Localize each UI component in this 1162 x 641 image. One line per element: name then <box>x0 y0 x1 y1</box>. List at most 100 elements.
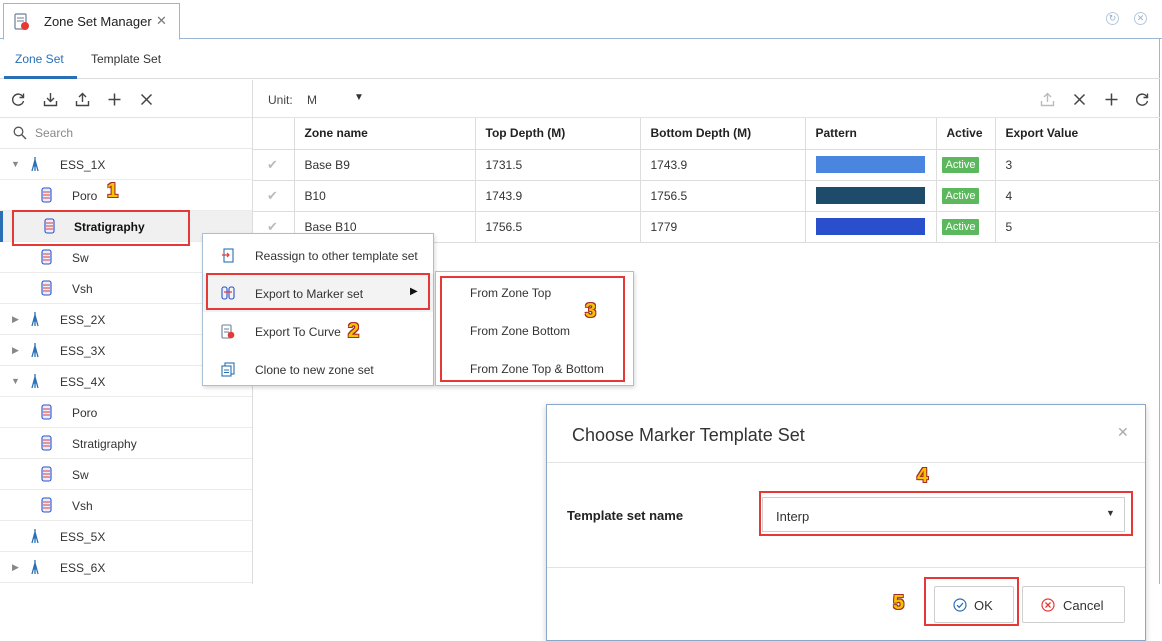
delete-icon[interactable] <box>1072 92 1087 107</box>
tree-zoneset-poro[interactable]: Poro <box>0 180 252 211</box>
tree-zoneset-sw[interactable]: Sw <box>0 459 252 490</box>
collapsed-caret-icon[interactable]: ▶ <box>12 345 19 356</box>
tree-well-ess-6x[interactable]: ▶ ESS_6X <box>0 552 252 583</box>
column-header[interactable]: Top Depth (M) <box>475 118 641 150</box>
export-value-cell[interactable]: 3 <box>995 149 1160 181</box>
tree-well-ess-5x[interactable]: ESS_5X <box>0 521 252 552</box>
zone-set-icon <box>41 187 52 203</box>
highlight-box-template-select <box>759 491 1133 536</box>
column-header[interactable]: Export Value <box>995 118 1160 150</box>
add-icon[interactable] <box>1104 92 1119 107</box>
tab-close-icon[interactable]: ✕ <box>156 13 167 29</box>
pattern-cell[interactable] <box>805 149 937 181</box>
table-header-row: Zone name Top Depth (M) Bottom Depth (M)… <box>253 118 1160 150</box>
pattern-swatch <box>815 218 925 235</box>
menu-item-clone[interactable]: Clone to new zone set <box>203 350 433 388</box>
unit-dropdown-caret-icon[interactable]: ▼ <box>354 92 364 103</box>
collapsed-caret-icon[interactable]: ▶ <box>12 562 19 573</box>
tree-well-ess-1x[interactable]: ▼ ESS_1X <box>0 149 252 180</box>
column-header[interactable]: Active <box>936 118 996 150</box>
reassign-icon <box>222 248 234 263</box>
restore-icon[interactable]: ↻ <box>1106 12 1119 25</box>
active-badge: Active <box>941 187 980 204</box>
tab-template-set[interactable]: Template Set <box>91 52 161 66</box>
window-tab-bar: Zone Set Manager ✕ ↻ ✕ <box>0 0 1162 40</box>
tree-item-label: ESS_4X <box>60 375 106 389</box>
check-icon[interactable]: ✔ <box>253 149 295 181</box>
menu-item-reassign[interactable]: Reassign to other template set <box>203 236 433 274</box>
active-cell[interactable]: Active <box>936 180 996 212</box>
document-tab-title: Zone Set Manager <box>44 14 152 29</box>
top-depth-cell[interactable]: 1743.9 <box>475 180 641 212</box>
zone-set-icon <box>41 404 52 420</box>
highlight-box-export-marker <box>206 273 430 310</box>
expanded-caret-icon[interactable]: ▼ <box>11 159 20 169</box>
bottom-depth-cell[interactable]: 1779 <box>640 211 806 243</box>
tree-zoneset-stratigraphy[interactable]: Stratigraphy <box>0 428 252 459</box>
bottom-depth-cell[interactable]: 1743.9 <box>640 149 806 181</box>
close-icon[interactable] <box>139 92 154 107</box>
column-header[interactable]: Zone name <box>294 118 476 150</box>
table-row[interactable]: ✔ Base B9 1731.5 1743.9 Active 3 <box>253 149 1160 181</box>
callout-3: 3 <box>585 300 597 322</box>
highlight-box-submenu <box>440 276 625 382</box>
highlight-box-selection <box>12 210 190 246</box>
pattern-cell[interactable] <box>805 180 937 212</box>
dialog-close-icon[interactable]: ✕ <box>1117 424 1129 441</box>
zone-set-icon <box>41 249 52 265</box>
zone-name-cell[interactable]: Base B9 <box>294 149 476 181</box>
zone-set-icon <box>41 466 52 482</box>
tree-search: Search <box>0 118 252 149</box>
tree-item-label: Vsh <box>72 282 93 296</box>
zone-set-icon <box>41 497 52 513</box>
bottom-depth-cell[interactable]: 1756.5 <box>640 180 806 212</box>
search-input[interactable]: Search <box>35 126 73 140</box>
expanded-caret-icon[interactable]: ▼ <box>11 376 20 386</box>
highlight-box-ok <box>924 577 1019 626</box>
active-tab-indicator <box>4 76 77 79</box>
curve-export-icon <box>221 324 235 339</box>
unit-select[interactable]: M <box>307 93 317 107</box>
zone-name-cell[interactable]: B10 <box>294 180 476 212</box>
table-row[interactable]: ✔ B10 1743.9 1756.5 Active 4 <box>253 180 1160 212</box>
tab-zone-set[interactable]: Zone Set <box>15 52 64 66</box>
clone-icon <box>221 362 235 377</box>
import-icon[interactable] <box>43 92 58 107</box>
export-value-cell[interactable]: 4 <box>995 180 1160 212</box>
divider <box>547 462 1145 463</box>
top-depth-cell[interactable]: 1731.5 <box>475 149 641 181</box>
top-depth-cell[interactable]: 1756.5 <box>475 211 641 243</box>
upload-icon[interactable] <box>1040 92 1055 107</box>
pattern-swatch <box>815 156 925 173</box>
column-header[interactable]: Pattern <box>805 118 937 150</box>
export-value-cell[interactable]: 5 <box>995 211 1160 243</box>
collapsed-caret-icon[interactable]: ▶ <box>12 314 19 325</box>
tree-zoneset-poro[interactable]: Poro <box>0 397 252 428</box>
refresh-icon[interactable] <box>11 92 26 107</box>
callout-1: 1 <box>107 180 119 202</box>
export-icon[interactable] <box>75 92 90 107</box>
cancel-button[interactable]: Cancel <box>1022 586 1125 623</box>
pattern-cell[interactable] <box>805 211 937 243</box>
add-icon[interactable] <box>107 92 122 107</box>
grid-toolbar: Unit: M ▼ <box>253 80 1160 118</box>
tree-item-label: Stratigraphy <box>72 437 137 451</box>
tree-item-label: ESS_2X <box>60 313 106 327</box>
column-header[interactable]: Bottom Depth (M) <box>640 118 806 150</box>
tree-item-label: Sw <box>72 251 89 265</box>
subtab-bar: Zone Set Template Set <box>0 39 1160 79</box>
cancel-button-label: Cancel <box>1063 598 1104 613</box>
active-badge: Active <box>941 156 980 173</box>
active-cell[interactable]: Active <box>936 211 996 243</box>
tree-zoneset-vsh[interactable]: Vsh <box>0 490 252 521</box>
menu-item-export-to-curve[interactable]: Export To Curve <box>203 312 433 350</box>
well-icon <box>31 529 39 544</box>
menu-item-label: Clone to new zone set <box>255 363 374 377</box>
active-cell[interactable]: Active <box>936 149 996 181</box>
refresh-icon[interactable] <box>1135 92 1150 107</box>
window-close-icon[interactable]: ✕ <box>1134 12 1147 25</box>
well-icon <box>31 560 39 575</box>
well-icon <box>31 312 39 327</box>
check-icon[interactable]: ✔ <box>253 180 295 212</box>
document-tab[interactable]: Zone Set Manager ✕ <box>3 3 180 40</box>
